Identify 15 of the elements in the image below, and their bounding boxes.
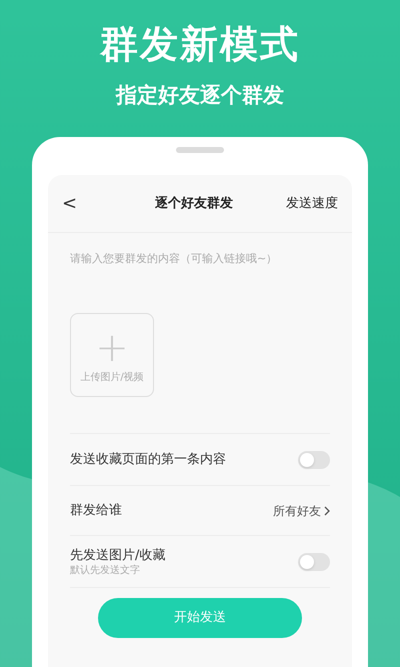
banner-title: 群发新模式 (100, 21, 300, 68)
setting-hint: 默认先发送文字 (70, 565, 141, 578)
send-speed-button[interactable]: 发送速度 (286, 194, 338, 214)
toggle-switch[interactable] (298, 450, 330, 468)
setting-label: 发送收藏页面的第一条内容 (70, 450, 226, 469)
toggle-switch[interactable] (298, 552, 330, 570)
message-field[interactable]: 请输入您要群发的内容（可输入链接哦~） (70, 251, 330, 313)
banner-subtitle: 指定好友逐个群发 (116, 82, 284, 109)
setting-label: 先发送图片/收藏 (70, 546, 166, 564)
setting-label: 群发给谁 (70, 502, 122, 520)
chevron-right-icon (324, 506, 330, 516)
back-button[interactable]: < (62, 190, 102, 217)
recipient-selector[interactable]: 所有好友 (273, 502, 330, 520)
screen-title: 逐个好友群发 (155, 194, 233, 213)
phone-speaker (176, 147, 224, 153)
